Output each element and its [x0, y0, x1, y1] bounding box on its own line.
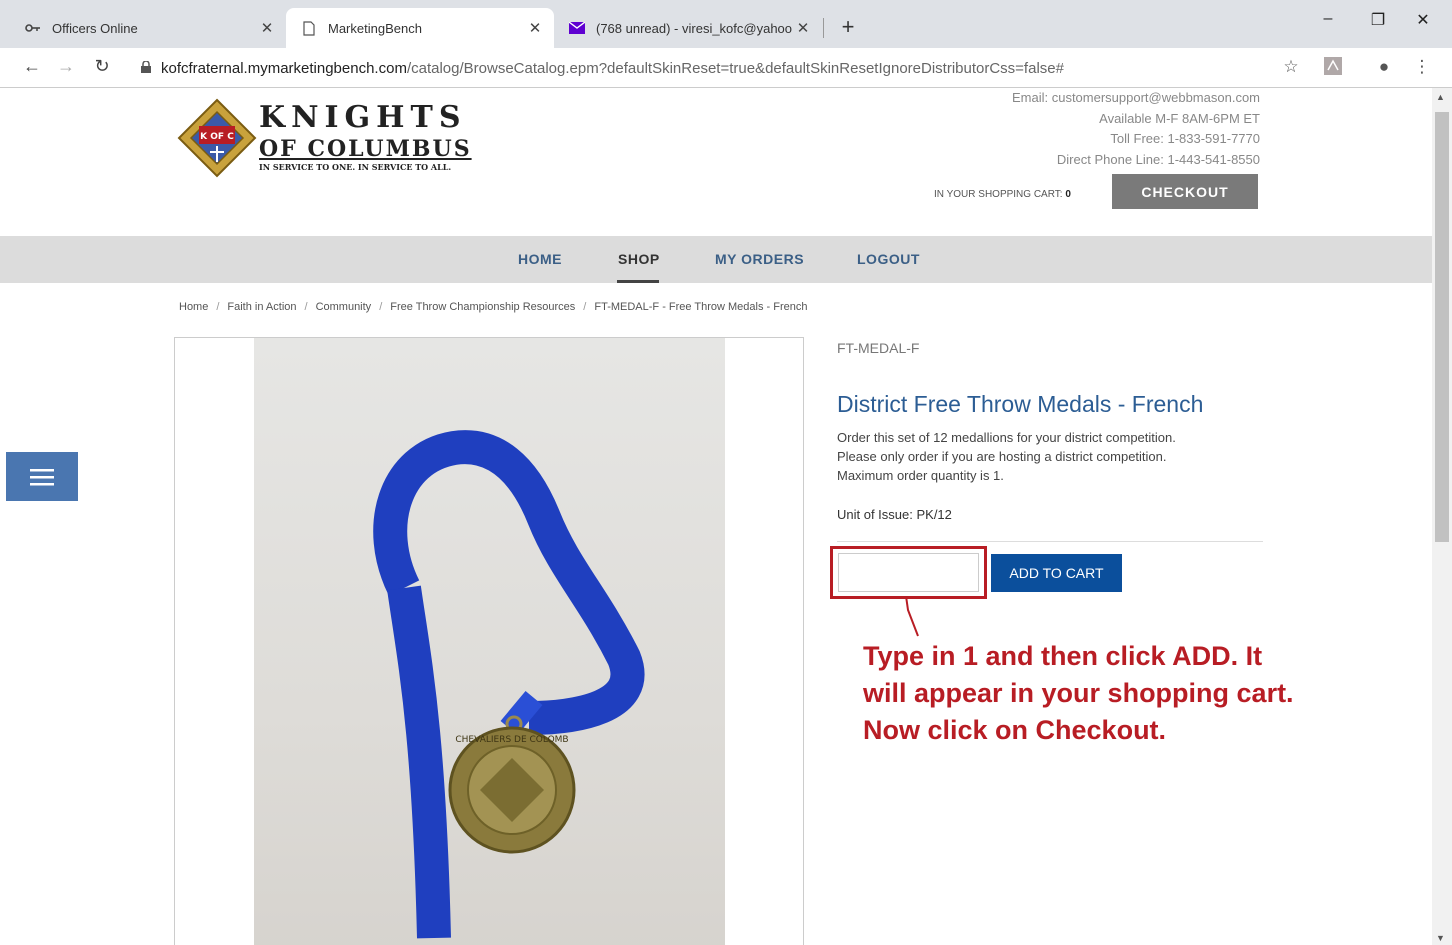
cart-status[interactable]: IN YOUR SHOPPING CART: 0 [934, 189, 1071, 200]
tab-separator [823, 18, 824, 38]
main-nav: HOME SHOP MY ORDERS LOGOUT [0, 236, 1432, 283]
instruction-annotation: Type in 1 and then click ADD. It will ap… [863, 638, 1403, 749]
tab-title: Officers Online [52, 20, 138, 36]
logo-tagline: IN SERVICE TO ONE. IN SERVICE TO ALL. [259, 162, 452, 172]
product-photo: CHEVALIERS DE COLOMB [254, 338, 725, 945]
lock-icon [141, 59, 161, 77]
product-description: Order this set of 12 medallions for your… [837, 428, 1237, 485]
bookmark-star-icon[interactable]: ☆ [1279, 57, 1303, 77]
tab-yahoo-mail[interactable]: (768 unread) - viresi_kofc@yahoo ✕ [554, 8, 822, 48]
pdf-extension-icon[interactable] [1321, 57, 1345, 80]
tab-title: MarketingBench [328, 20, 422, 36]
breadcrumb-community[interactable]: Community [316, 301, 372, 313]
tab-title: (768 unread) - viresi_kofc@yahoo [596, 20, 792, 36]
unit-of-issue: Unit of Issue: PK/12 [837, 507, 952, 522]
logo-line-1: KNIGHTS [259, 100, 467, 135]
close-icon[interactable]: ✕ [256, 19, 278, 37]
tab-marketingbench[interactable]: MarketingBench ✕ [286, 8, 554, 48]
key-icon [24, 23, 42, 33]
scroll-down-icon[interactable]: ▼ [1436, 933, 1445, 943]
tab-officers-online[interactable]: Officers Online ✕ [10, 8, 286, 48]
breadcrumb-current: FT-MEDAL-F - Free Throw Medals - French [594, 301, 808, 313]
nav-my-orders[interactable]: MY ORDERS [715, 251, 804, 267]
address-bar[interactable]: kofcfraternal.mymarketingbench.com/catal… [133, 54, 1133, 82]
knights-of-columbus-logo[interactable]: K OF C KNIGHTS OF COLUMBUS IN SERVICE TO… [177, 98, 497, 178]
close-icon[interactable]: ✕ [792, 19, 814, 37]
forward-icon[interactable]: → [54, 56, 78, 77]
annotation-arrow [905, 596, 919, 637]
medal-image: CHEVALIERS DE COLOMB [373, 430, 645, 939]
medal-inscription: CHEVALIERS DE COLOMB [455, 735, 568, 745]
description-line: Maximum order quantity is 1. [837, 468, 1004, 483]
document-icon [300, 20, 318, 36]
quantity-input[interactable] [838, 553, 979, 592]
hamburger-icon [30, 468, 54, 485]
nav-home[interactable]: HOME [518, 251, 562, 267]
divider [837, 541, 1263, 542]
scroll-thumb[interactable] [1435, 112, 1449, 542]
breadcrumb-free-throw[interactable]: Free Throw Championship Resources [390, 301, 575, 313]
breadcrumb-separator: / [216, 301, 220, 313]
annotation-line: Now click on Checkout. [863, 715, 1167, 745]
browser-toolbar: ← → ↻ kofcfraternal.mymarketingbench.com… [0, 48, 1452, 88]
breadcrumb-separator: / [304, 301, 308, 313]
account-icon[interactable]: ● [1372, 57, 1396, 77]
nav-shop[interactable]: SHOP [618, 251, 660, 267]
contact-email: Email: customersupport@webbmason.com [1011, 90, 1260, 105]
annotation-line: will appear in your shopping cart. [863, 678, 1294, 708]
breadcrumb-separator: / [583, 301, 587, 313]
restore-icon[interactable]: ❐ [1358, 10, 1398, 30]
breadcrumb-faith-in-action[interactable]: Faith in Action [227, 301, 296, 313]
breadcrumb: Home / Faith in Action / Community / Free Thro… [179, 301, 807, 313]
active-nav-indicator [617, 280, 659, 283]
menu-kebab-icon[interactable]: ⋮ [1410, 57, 1434, 77]
add-to-cart-button[interactable]: ADD TO CART [991, 554, 1122, 592]
cart-count: 0 [1065, 189, 1071, 200]
emblem-icon: K OF C [177, 98, 257, 178]
mail-icon [568, 22, 586, 34]
side-menu-button[interactable] [6, 452, 78, 501]
description-line: Please only order if you are hosting a d… [837, 449, 1167, 464]
emblem-text: K OF C [200, 132, 234, 142]
browser-tab-bar: Officers Online ✕ MarketingBench ✕ (768 … [0, 0, 1452, 48]
url-host: kofcfraternal.mymarketingbench.com [161, 59, 407, 77]
cart-label: IN YOUR SHOPPING CART: [934, 189, 1063, 200]
scroll-up-icon[interactable]: ▲ [1436, 92, 1445, 102]
page-scrollbar[interactable]: ▲ ▼ [1432, 88, 1452, 945]
checkout-button[interactable]: CHECKOUT [1112, 174, 1258, 209]
new-tab-button[interactable]: + [836, 14, 860, 40]
contact-toll-free: Toll Free: 1-833-591-7770 [1110, 131, 1260, 146]
contact-hours: Available M-F 8AM-6PM ET [1099, 110, 1260, 126]
description-line: Order this set of 12 medallions for your… [837, 430, 1176, 445]
product-title: District Free Throw Medals - French [837, 391, 1204, 417]
contact-direct: Direct Phone Line: 1-443-541-8550 [1056, 151, 1260, 167]
minimize-icon[interactable]: – [1308, 10, 1348, 28]
page-content: K OF C KNIGHTS OF COLUMBUS IN SERVICE TO… [0, 88, 1432, 945]
close-icon[interactable]: ✕ [524, 19, 546, 37]
breadcrumb-home[interactable]: Home [179, 301, 208, 313]
annotation-line: Type in 1 and then click ADD. It [863, 641, 1263, 671]
product-image-frame: CHEVALIERS DE COLOMB [174, 337, 804, 945]
logo-line-2: OF COLUMBUS [259, 136, 472, 162]
breadcrumb-separator: / [379, 301, 383, 313]
contact-info: Email: customersupport@webbmason.com Ava… [1012, 88, 1260, 170]
url-path: /catalog/BrowseCatalog.epm?defaultSkinRe… [406, 59, 1064, 77]
nav-logout[interactable]: LOGOUT [857, 251, 920, 267]
product-sku: FT-MEDAL-F [837, 340, 920, 356]
reload-icon[interactable]: ↻ [90, 56, 114, 77]
window-close-icon[interactable]: ✕ [1403, 10, 1443, 30]
back-icon[interactable]: ← [20, 56, 44, 77]
